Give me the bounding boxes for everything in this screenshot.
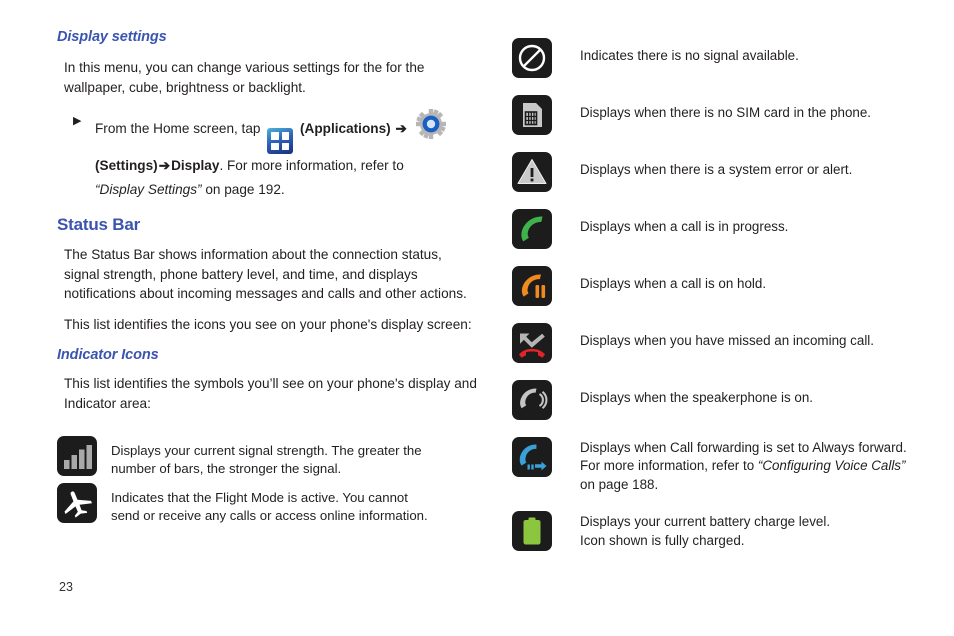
system-alert-description: Displays when there is a system error or… bbox=[580, 152, 932, 179]
manual-page: Display settings In this menu, you can c… bbox=[0, 0, 954, 636]
status-bar-paragraph-2: This list identifies the icons you see o… bbox=[64, 316, 472, 332]
no-signal-icon bbox=[512, 38, 552, 78]
battery-line-2: Icon shown is fully charged. bbox=[580, 532, 745, 548]
display-settings-heading: Display settings bbox=[57, 29, 167, 45]
indicator-row-missed-call: Displays when you have missed an incomin… bbox=[512, 323, 932, 363]
call-forwarding-description: Displays when Call forwarding is set to … bbox=[580, 437, 932, 494]
arrow-1: ➔ bbox=[395, 121, 407, 137]
right-column: Indicates there is no signal available. bbox=[512, 38, 932, 568]
no-sim-description: Displays when there is no SIM card in th… bbox=[580, 95, 932, 122]
call-forwarding-line-2: For more information, refer to “Configur… bbox=[580, 457, 932, 475]
indicator-row-call-on-hold: Displays when a call is on hold. bbox=[512, 266, 932, 306]
flight-mode-description: Indicates that the Flight Mode is active… bbox=[111, 483, 477, 526]
speakerphone-description: Displays when the speakerphone is on. bbox=[580, 380, 932, 407]
no-signal-line-1: Indicates there is no signal available. bbox=[580, 48, 799, 63]
call-on-hold-tile-wrap bbox=[512, 266, 580, 306]
battery-description: Displays your current battery charge lev… bbox=[580, 511, 932, 550]
display-label: Display bbox=[171, 158, 220, 174]
display-settings-reference: “Display Settings” bbox=[95, 182, 202, 198]
indicator-row-no-signal: Indicates there is no signal available. bbox=[512, 38, 932, 78]
call-forwarding-line2-text: For more information, refer to bbox=[580, 458, 758, 474]
status-bar-heading: Status Bar bbox=[57, 215, 141, 235]
applications-label: (Applications) bbox=[300, 121, 391, 137]
bullet-text: From the Home screen, tap (Applications)… bbox=[95, 108, 477, 202]
signal-strength-line-1: Displays your current signal strength. T… bbox=[111, 442, 422, 458]
system-alert-warning-icon bbox=[512, 152, 552, 192]
bullet-line-3: “Display Settings” on page 192. bbox=[95, 178, 477, 202]
page-number: 23 bbox=[59, 580, 73, 594]
flight-mode-airplane-icon bbox=[57, 482, 97, 523]
display-settings-bullet: ▶ From the Home screen, tap (Application… bbox=[57, 108, 477, 202]
bullet-line-1: From the Home screen, tap (Applications)… bbox=[95, 108, 477, 155]
no-sim-line-1: Displays when there is no SIM card in th… bbox=[580, 105, 872, 120]
indicator-row-system-alert: Displays when there is a system error or… bbox=[512, 152, 932, 192]
status-bar-paragraph-1: The Status Bar shows information about t… bbox=[64, 247, 467, 302]
system-alert-line-1: Displays when there is a system error or… bbox=[580, 162, 853, 177]
call-on-hold-description: Displays when a call is on hold. bbox=[580, 266, 932, 293]
indicator-icons-paragraph: This list identifies the symbols you’ll … bbox=[64, 376, 477, 411]
missed-call-line-1: Displays when you have missed an incomin… bbox=[580, 333, 874, 348]
battery-line-1: Displays your current battery charge lev… bbox=[580, 514, 831, 530]
bullet-line2-post: . For more information, refer to bbox=[219, 158, 404, 174]
grid-cell-1 bbox=[271, 132, 279, 141]
call-in-progress-tile-wrap bbox=[512, 209, 580, 249]
indicator-row-call-in-progress: Displays when a call is in progress. bbox=[512, 209, 932, 249]
signal-strength-description: Displays your current signal strength. T… bbox=[111, 436, 477, 479]
speakerphone-tile-wrap bbox=[512, 380, 580, 420]
display-settings-page-ref: on page 192. bbox=[205, 182, 285, 198]
system-alert-tile-wrap bbox=[512, 152, 580, 192]
call-on-hold-line-1: Displays when a call is on hold. bbox=[580, 276, 767, 291]
indicator-icons-heading: Indicator Icons bbox=[57, 347, 159, 364]
missed-call-tile-wrap bbox=[512, 323, 580, 363]
signal-strength-tile-wrap bbox=[57, 435, 111, 476]
bullet-line-2: (Settings)➔Display. For more information… bbox=[95, 154, 477, 178]
signal-strength-icon bbox=[57, 435, 97, 476]
settings-label: (Settings) bbox=[95, 158, 158, 174]
battery-full-icon bbox=[512, 511, 552, 552]
indicator-row-flight-mode: Indicates that the Flight Mode is active… bbox=[57, 482, 477, 526]
no-signal-description: Indicates there is no signal available. bbox=[580, 38, 932, 65]
grid-cell-3 bbox=[271, 142, 279, 151]
display-settings-intro: In this menu, you can change various set… bbox=[64, 59, 425, 95]
indicator-row-speakerphone: Displays when the speakerphone is on. bbox=[512, 380, 932, 420]
call-forwarding-icon bbox=[512, 437, 552, 477]
signal-strength-line-2: number of bars, the stronger the signal. bbox=[111, 461, 342, 477]
bullet-line1-pre: From the Home screen, tap bbox=[95, 121, 261, 137]
speakerphone-icon bbox=[512, 380, 552, 420]
speakerphone-line-1: Displays when the speakerphone is on. bbox=[580, 390, 813, 405]
grid-cell-4 bbox=[281, 142, 290, 151]
applications-grid-icon[interactable] bbox=[267, 128, 294, 155]
battery-tile-wrap bbox=[512, 511, 580, 552]
flight-mode-line-2: send or receive any calls or access onli… bbox=[111, 508, 428, 524]
applications-grid-cells bbox=[271, 132, 290, 151]
left-column: Display settings In this menu, you can c… bbox=[57, 29, 477, 530]
indicator-row-no-sim: Displays when there is no SIM card in th… bbox=[512, 95, 932, 135]
bullet-triangle-icon: ▶ bbox=[73, 115, 82, 128]
call-forwarding-line-1: Displays when Call forwarding is set to … bbox=[580, 440, 907, 455]
flight-mode-line-1: Indicates that the Flight Mode is active… bbox=[111, 489, 408, 505]
arrow-2: ➔ bbox=[158, 158, 171, 174]
no-sim-tile-wrap bbox=[512, 95, 580, 135]
call-in-progress-description: Displays when a call is in progress. bbox=[580, 209, 932, 236]
flight-mode-tile-wrap bbox=[57, 482, 111, 523]
call-forwarding-tile-wrap bbox=[512, 437, 580, 477]
call-on-hold-icon bbox=[512, 266, 552, 306]
no-signal-tile-wrap bbox=[512, 38, 580, 78]
indicator-row-signal-strength: Displays your current signal strength. T… bbox=[57, 435, 477, 479]
grid-cell-2 bbox=[281, 132, 290, 141]
call-in-progress-icon bbox=[512, 209, 552, 249]
indicator-row-call-forwarding: Displays when Call forwarding is set to … bbox=[512, 437, 932, 494]
call-forwarding-reference: “Configuring Voice Calls” bbox=[757, 458, 906, 474]
missed-call-description: Displays when you have missed an incomin… bbox=[580, 323, 932, 350]
call-forwarding-line-3: on page 188. bbox=[580, 476, 659, 492]
call-in-progress-line-1: Displays when a call is in progress. bbox=[580, 219, 789, 234]
no-sim-card-icon bbox=[512, 95, 552, 135]
missed-call-icon bbox=[512, 323, 552, 363]
settings-gear-icon[interactable] bbox=[415, 108, 447, 140]
indicator-row-battery: Displays your current battery charge lev… bbox=[512, 511, 932, 552]
